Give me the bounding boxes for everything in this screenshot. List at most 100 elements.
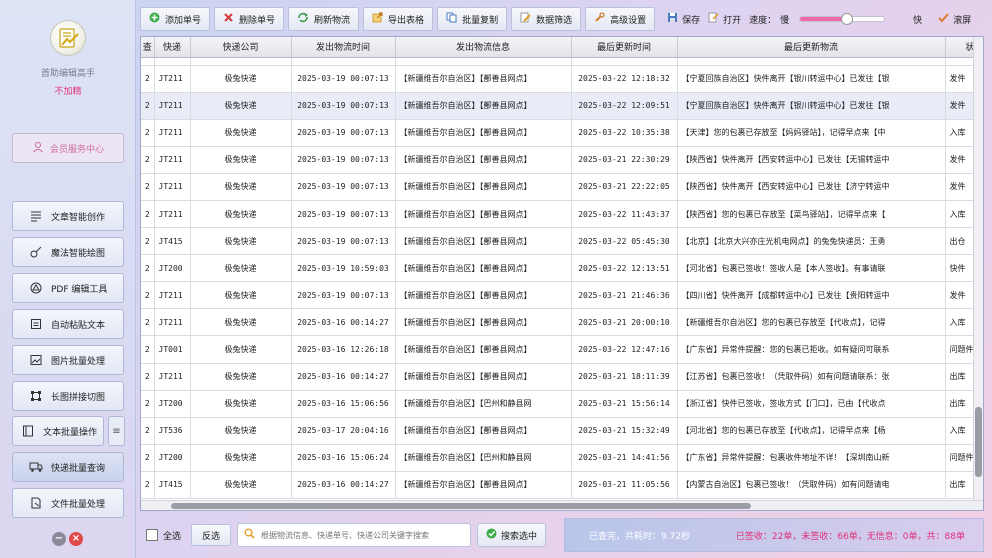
table-row[interactable]: 2 JT211 极兔快递 2025-03-19 00:07:13 【新疆维吾尔自治区】【…	[141, 281, 983, 310]
sidebar-item-image[interactable]: 图片批量处理	[12, 345, 124, 375]
data-filter-button[interactable]: 数据筛选	[511, 7, 582, 31]
table-row[interactable]: 2 JT211 极兔快递 2025-03-19 00:07:13 【新疆维吾尔自治区】【…	[141, 92, 983, 120]
cell-sent-info: 【新疆维吾尔自治区】【鄯善县网点】	[395, 200, 572, 229]
table-row[interactable]: 2 JT211 极兔快递 2025-03-16 00:14:27 【新疆维吾尔自治区】【…	[141, 363, 983, 391]
cell-sent-info: 【新疆维吾尔自治区】【巴州和静县网	[395, 390, 572, 418]
column-header[interactable]: 快递公司	[190, 37, 292, 58]
sidebar-item-label: 图片批量处理	[51, 356, 106, 367]
sidebar-item-article[interactable]: 文章智能创作	[12, 201, 124, 231]
speed-slider-fill	[800, 17, 848, 21]
sidebar-item-text-batch[interactable]: 文本批量操作	[12, 416, 104, 446]
cell-no: JT415	[154, 471, 191, 500]
sidebar-item-label: 文本批量操作	[43, 427, 98, 438]
save-button[interactable]: 保存	[667, 12, 700, 26]
table-row[interactable]: 2 JT415 极兔快递 2025-03-19 00:07:13 【新疆维吾尔自治区】【…	[141, 227, 983, 256]
table-row[interactable]: 2 JT001 极兔快递 2025-03-16 12:26:18 【新疆维吾尔自治区】【…	[141, 335, 983, 364]
cell-last-info: 【河北省】包裹已签收！签收人是【本人签收】。有事请联	[677, 254, 946, 283]
cell-company: 极兔快递	[190, 363, 292, 391]
cell-last-time: 2025-03-22 12:09:51	[571, 92, 678, 120]
minimize-icon[interactable]: −	[52, 532, 66, 546]
table-row[interactable]: 2 JT200 极兔快递 2025-03-16 15:06:56 【新疆维吾尔自治区】【…	[141, 390, 983, 418]
cell-company: 极兔快递	[190, 335, 292, 364]
close-icon[interactable]: ×	[69, 532, 83, 546]
speed-slider[interactable]	[799, 13, 886, 25]
cell-last-info: 【宁夏回族自治区】快件离开【银川转运中心】已发往【银	[677, 65, 946, 93]
cell-sent-info: 【新疆维吾尔自治区】【鄯善县网点】	[395, 417, 572, 445]
table-row[interactable]: 2 JT211 极兔快递 2025-03-19 00:07:13 【新疆维吾尔自治区】【…	[141, 119, 983, 147]
status-done-text: 已查完，共耗时：9.72秒	[589, 531, 691, 542]
bottom-toolbar: 全选 反选 搜索选中	[140, 518, 560, 552]
cell-sent-time: 2025-03-17 20:04:16	[291, 417, 396, 445]
speed-control: 速度：慢 快	[749, 13, 922, 26]
vertical-scrollbar[interactable]	[973, 37, 983, 510]
export-table-button[interactable]: 导出表格	[363, 7, 434, 31]
cell-sent-time: 2025-03-19 00:07:13	[291, 173, 396, 201]
cell-last-time: 2025-03-21 18:11:39	[571, 363, 678, 391]
search-input[interactable]	[261, 530, 462, 540]
cell-sent-info: 【新疆维吾尔自治区】【鄯善县网点】	[395, 363, 572, 391]
table-row[interactable]: 2 JT211 极兔快递 2025-03-19 00:07:13 【新疆维吾尔自治区】【…	[141, 146, 983, 174]
hamburger-icon[interactable]: ≡	[108, 416, 125, 446]
cell-sent-info: 【新疆维吾尔自治区】【鄯善县网点】	[395, 227, 572, 256]
cell-company: 极兔快递	[190, 227, 292, 256]
table-row[interactable]: 2 JT211 极兔快递 2025-03-19 00:07:13 【新疆维吾尔自治区】【…	[141, 200, 983, 229]
open-button[interactable]: 打开	[708, 12, 741, 26]
crop-icon	[29, 389, 43, 403]
column-header[interactable]: 最后更新物流	[677, 37, 946, 58]
scroll-toggle[interactable]: 滚屏	[938, 12, 971, 26]
image-icon	[29, 353, 43, 367]
cell-no: JT536	[154, 417, 191, 445]
cell-last-time: 2025-03-22 12:47:16	[571, 335, 678, 364]
cell-n: 2	[141, 390, 155, 418]
cell-last-time: 2025-03-22 12:13:51	[571, 254, 678, 283]
filter-edit-icon	[520, 12, 531, 26]
speed-fast-label: 快	[913, 15, 923, 26]
sidebar-item-crop[interactable]: 长图拼接切图	[12, 381, 124, 411]
vertical-scrollbar-thumb[interactable]	[975, 407, 982, 477]
cell-n: 2	[141, 471, 155, 500]
cell-last-info: 【广东省】异常件提醒：您的包裹已拒收。如有疑问可联系	[677, 335, 946, 364]
search-selected-button[interactable]: 搜索选中	[477, 523, 547, 547]
sidebar-item-magic-draw[interactable]: 魔法智能绘图	[12, 237, 124, 267]
column-header[interactable]: 发出物流时间	[291, 37, 396, 58]
status-bar: 已查完，共耗时：9.72秒 已签收：22单，未签收：66单，无信息：0单，共：8…	[564, 518, 984, 552]
sidebar-item-file-batch[interactable]: 文件批量处理	[12, 488, 124, 518]
sidebar-item-pdf[interactable]: PDF 编辑工具	[12, 273, 124, 303]
advanced-settings-button[interactable]: 高级设置	[585, 7, 656, 31]
table-row[interactable]: 2 JT211 极兔快递 2025-03-19 00:07:13 【新疆维吾尔自治区】【…	[141, 65, 983, 93]
cell-no: JT211	[154, 308, 191, 337]
horizontal-scrollbar[interactable]	[141, 500, 983, 510]
batch-copy-button[interactable]: 批量复制	[437, 7, 508, 31]
cell-last-info: 【四川省】快件离开【成都转运中心】已发往【贵阳转运中	[677, 281, 946, 310]
copy-icon	[446, 12, 457, 26]
sidebar-item-express-query[interactable]: 快递批量查询	[12, 452, 124, 482]
refresh-icon	[297, 12, 309, 26]
save-icon	[667, 12, 678, 26]
add-tracking-button[interactable]: 添加单号	[140, 7, 211, 31]
sidebar-item-paste[interactable]: 自动粘贴文本	[12, 309, 124, 339]
delete-tracking-button[interactable]: 删除单号	[214, 7, 285, 31]
table-row[interactable]: 2 JT536 极兔快递 2025-03-17 20:04:16 【新疆维吾尔自治区】【…	[141, 417, 983, 445]
column-header[interactable]: 快递	[154, 37, 191, 58]
cell-sent-time: 2025-03-19 00:07:13	[291, 281, 396, 310]
table-header: 查 快递 快递公司 发出物流时间 发出物流信息 最后更新时间 最后更新物流 状态	[141, 37, 983, 58]
table-row[interactable]: 2 JT200 极兔快递 2025-03-16 15:06:24 【新疆维吾尔自治区】【…	[141, 444, 983, 472]
horizontal-scrollbar-thumb[interactable]	[171, 503, 751, 509]
column-header[interactable]: 最后更新时间	[571, 37, 678, 58]
refresh-logistics-button[interactable]: 刷新物流	[288, 7, 360, 31]
select-all-checkbox[interactable]	[146, 529, 158, 541]
column-header[interactable]: 查	[141, 37, 155, 58]
table-row[interactable]: 2 JT211 极兔快递 2025-03-16 00:14:27 【新疆维吾尔自治区】【…	[141, 308, 983, 337]
column-header[interactable]: 发出物流信息	[395, 37, 572, 58]
speed-slider-knob[interactable]	[841, 13, 854, 25]
checkmark-icon	[938, 12, 949, 26]
invert-selection-button[interactable]: 反选	[191, 524, 232, 546]
cell-last-info: 【浙江省】快件已签收，签收方式【门口】，已由【代收点	[677, 390, 946, 418]
cell-sent-time: 2025-03-16 00:14:27	[291, 363, 396, 391]
table-row[interactable]: 2 JT415 极兔快递 2025-03-16 00:14:27 【新疆维吾尔自治区】【…	[141, 471, 983, 500]
cell-no: JT211	[154, 65, 191, 93]
member-center-button[interactable]: 会员服务中心	[12, 133, 124, 163]
table-row[interactable]: 2 JT200 极兔快递 2025-03-19 10:59:03 【新疆维吾尔自治区】【…	[141, 254, 983, 283]
sidebar-item-label: PDF 编辑工具	[51, 284, 108, 295]
table-row[interactable]: 2 JT211 极兔快递 2025-03-19 00:07:13 【新疆维吾尔自治区】【…	[141, 173, 983, 201]
